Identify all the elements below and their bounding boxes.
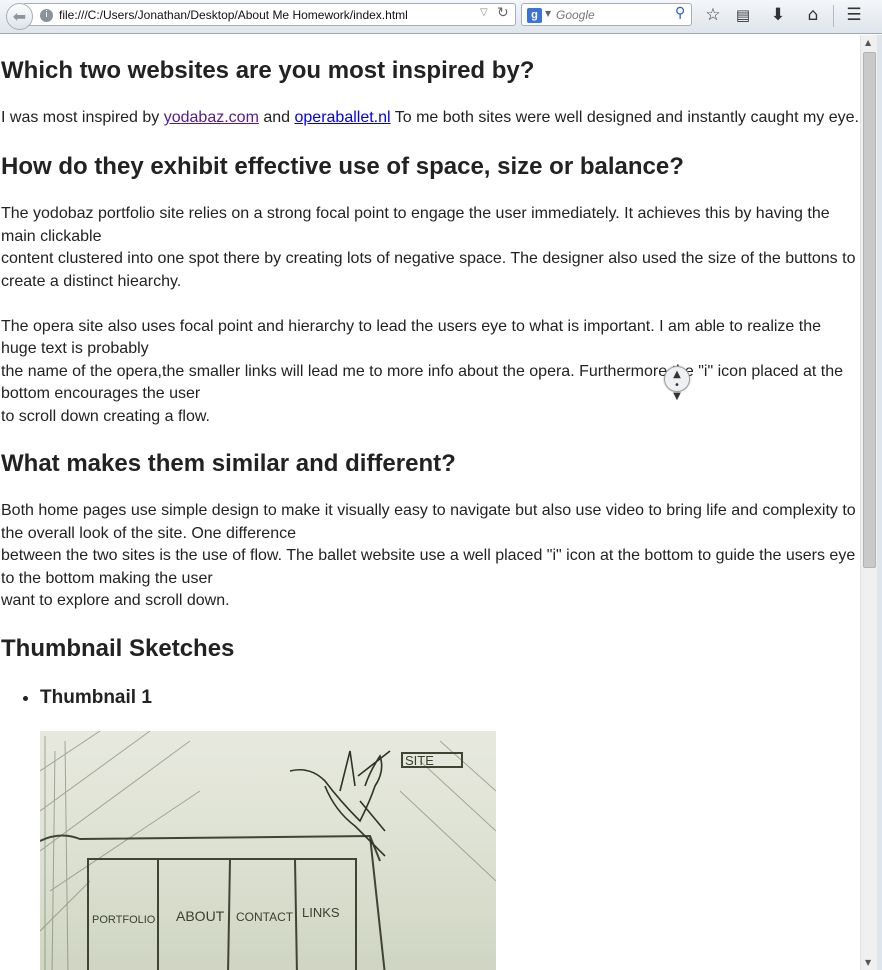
downloads-button[interactable]: ⬇ (765, 3, 791, 27)
back-arrow-icon: ⬅ (12, 7, 27, 26)
p2-line: the name of the opera,the smaller links … (1, 362, 844, 403)
google-icon[interactable]: g (527, 8, 542, 23)
browser-toolbar: i file:///C:/Users/Jonathan/Desktop/Abou… (0, 0, 882, 34)
p1-middle: and (258, 109, 295, 126)
bookmark-star-button[interactable]: ☆ (700, 3, 726, 27)
heading-similar-different: What makes them similar and different? (1, 450, 456, 477)
scroll-up-icon[interactable]: ▲ (865, 38, 871, 47)
bookmarks-menu-button[interactable]: ▤ (730, 3, 756, 27)
window-edge (877, 35, 882, 970)
p2-line: The opera site also uses focal point and… (1, 317, 822, 358)
scroll-down-icon[interactable]: ▼ (865, 958, 871, 967)
paragraph-space-size-balance: The yodobaz portfolio site relies on a s… (1, 203, 859, 428)
heading-thumbnail-sketches: Thumbnail Sketches (1, 635, 235, 662)
scrollbar-thumb[interactable] (863, 52, 876, 568)
sketch-drawing: SITE PORTFOLIO ABOUT CONTACT LINKS (40, 731, 496, 970)
star-icon: ☆ (705, 5, 721, 25)
vertical-scrollbar[interactable]: ▲ ▼ (860, 35, 877, 970)
thumbnail-sketch-image: SITE PORTFOLIO ABOUT CONTACT LINKS (40, 731, 496, 970)
menu-button[interactable]: ☰ (841, 3, 867, 27)
download-arrow-icon: ⬇ (770, 5, 786, 25)
url-text[interactable]: file:///C:/Users/Jonathan/Desktop/About … (59, 8, 408, 22)
p2-line: The yodobaz portfolio site relies on a s… (1, 205, 830, 245)
paragraph-inspired-by: I was most inspired by yodabaz.com and o… (1, 107, 859, 130)
heading-space-size-balance: How do they exhibit effective use of spa… (1, 153, 684, 180)
sketch-label-portfolio: PORTFOLIO (92, 914, 156, 926)
sketch-label-site: SITE (405, 753, 434, 768)
sketch-label-contact: CONTACT (236, 910, 294, 924)
thumbnail-list: Thumbnail 1 (20, 687, 152, 709)
globe-icon[interactable]: i (40, 9, 53, 22)
home-button[interactable]: ⌂ (800, 3, 826, 27)
reload-icon[interactable]: ↻ (497, 5, 509, 21)
p1-prefix: I was most inspired by (1, 109, 164, 126)
p3-line: Both home pages use simple design to mak… (1, 502, 856, 542)
engine-dropdown-icon[interactable]: ▼ (545, 9, 551, 18)
list-item: Thumbnail 1 (40, 687, 152, 709)
toolbar-separator (833, 5, 834, 27)
url-bar[interactable]: i file:///C:/Users/Jonathan/Desktop/Abou… (22, 3, 516, 26)
p3-line: between the two sites is the use of flow… (1, 547, 856, 587)
hamburger-menu-icon: ☰ (846, 5, 862, 25)
page-viewport: Which two websites are you most inspired… (0, 35, 860, 970)
back-button[interactable]: ⬅ (6, 3, 33, 30)
p2-line: content clustered into one spot there by… (1, 250, 856, 290)
heading-inspired-by: Which two websites are you most inspired… (1, 57, 535, 84)
link-operaballet[interactable]: operaballet.nl (295, 109, 391, 126)
home-icon: ⌂ (807, 5, 819, 25)
search-input[interactable] (556, 7, 671, 23)
sketch-label-links: LINKS (302, 905, 340, 920)
p3-line: want to explore and scroll down. (1, 592, 230, 609)
chevron-down-icon[interactable]: ▽ (480, 7, 488, 18)
autoscroll-icon[interactable]: ▲ • ▼ (664, 366, 690, 402)
p2-line: to scroll down creating a flow. (1, 407, 210, 425)
p1-suffix: To me both sites were well designed and … (390, 109, 859, 126)
clipboard-icon: ▤ (735, 6, 751, 24)
magnifier-icon[interactable]: ⚲ (675, 5, 685, 21)
link-yodabaz[interactable]: yodabaz.com (164, 109, 259, 126)
sketch-label-about: ABOUT (176, 908, 225, 924)
paragraph-similar-different: Both home pages use simple design to mak… (1, 500, 859, 613)
search-bar[interactable]: g ▼ ⚲ (521, 3, 692, 26)
